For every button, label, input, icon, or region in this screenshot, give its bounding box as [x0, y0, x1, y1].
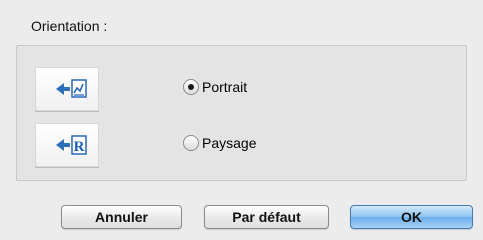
ok-button[interactable]: OK: [350, 205, 473, 229]
radio-option-landscape[interactable]: Paysage: [183, 133, 256, 153]
svg-text:R: R: [74, 139, 85, 155]
portrait-radio-label: Portrait: [202, 79, 248, 95]
radio-option-portrait[interactable]: Portrait: [183, 77, 247, 97]
orientation-group-title: Orientation :: [31, 18, 108, 34]
landscape-radio-label: Paysage: [202, 135, 257, 151]
landscape-radio[interactable]: [183, 135, 199, 151]
landscape-orientation-icon: R: [35, 123, 99, 167]
orientation-group: Portrait R Paysage: [16, 45, 467, 181]
portrait-orientation-icon: [35, 67, 99, 111]
default-button[interactable]: Par défaut: [204, 205, 329, 229]
portrait-radio[interactable]: [183, 79, 199, 95]
cancel-button[interactable]: Annuler: [61, 205, 182, 229]
